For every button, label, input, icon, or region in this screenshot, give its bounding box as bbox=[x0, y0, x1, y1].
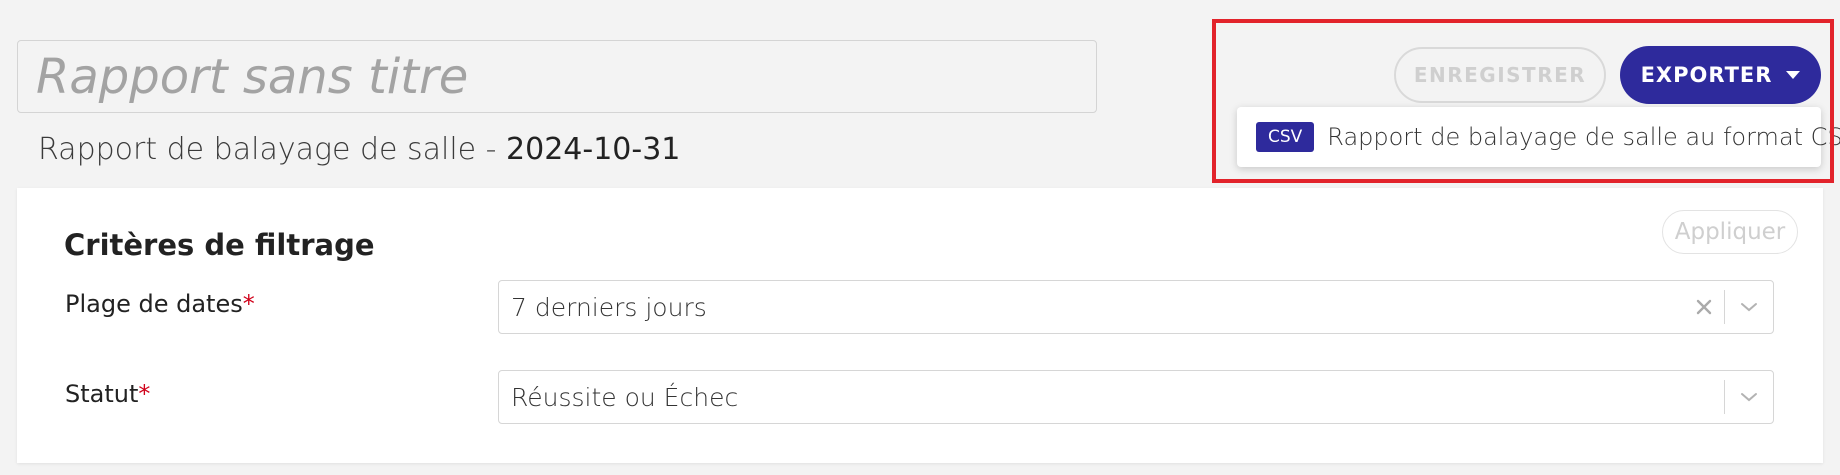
subtitle-date: 2024-10-31 bbox=[506, 132, 681, 167]
export-button-label: EXPORTER bbox=[1640, 63, 1773, 87]
date-range-select[interactable]: 7 derniers jours bbox=[498, 280, 1774, 334]
date-range-label-text: Plage de dates bbox=[65, 290, 243, 318]
caret-down-icon bbox=[1786, 71, 1801, 79]
export-button[interactable]: EXPORTER bbox=[1620, 46, 1821, 104]
date-range-value: 7 derniers jours bbox=[511, 292, 707, 322]
required-mark: * bbox=[138, 380, 151, 408]
chevron-down-icon[interactable] bbox=[1725, 281, 1773, 333]
save-button[interactable]: ENREGISTRER bbox=[1394, 47, 1606, 103]
csv-badge: CSV bbox=[1256, 122, 1315, 152]
apply-button[interactable]: Appliquer bbox=[1662, 210, 1798, 254]
report-title-input[interactable] bbox=[17, 40, 1097, 113]
required-mark: * bbox=[242, 290, 255, 318]
save-button-label: ENREGISTRER bbox=[1413, 63, 1587, 87]
filter-card: Critères de filtrage Appliquer Plage de … bbox=[17, 188, 1823, 463]
clear-icon[interactable] bbox=[1684, 281, 1724, 333]
apply-button-label: Appliquer bbox=[1674, 219, 1786, 245]
export-menu-item-csv[interactable]: CSV Rapport de balayage de salle au form… bbox=[1237, 107, 1840, 167]
date-range-label: Plage de dates* bbox=[65, 290, 255, 318]
filter-card-title: Critères de filtrage bbox=[64, 228, 375, 262]
status-label: Statut* bbox=[65, 380, 150, 408]
export-menu-item-label: Rapport de balayage de salle au format C… bbox=[1327, 123, 1840, 151]
status-value: Réussite ou Échec bbox=[511, 382, 739, 412]
subtitle-prefix: Rapport de balayage de salle - bbox=[38, 132, 507, 167]
status-label-text: Statut bbox=[65, 380, 139, 408]
report-subtitle: Rapport de balayage de salle - 2024-10-3… bbox=[38, 132, 680, 167]
status-select[interactable]: Réussite ou Échec bbox=[498, 370, 1774, 424]
chevron-down-icon[interactable] bbox=[1725, 371, 1773, 423]
